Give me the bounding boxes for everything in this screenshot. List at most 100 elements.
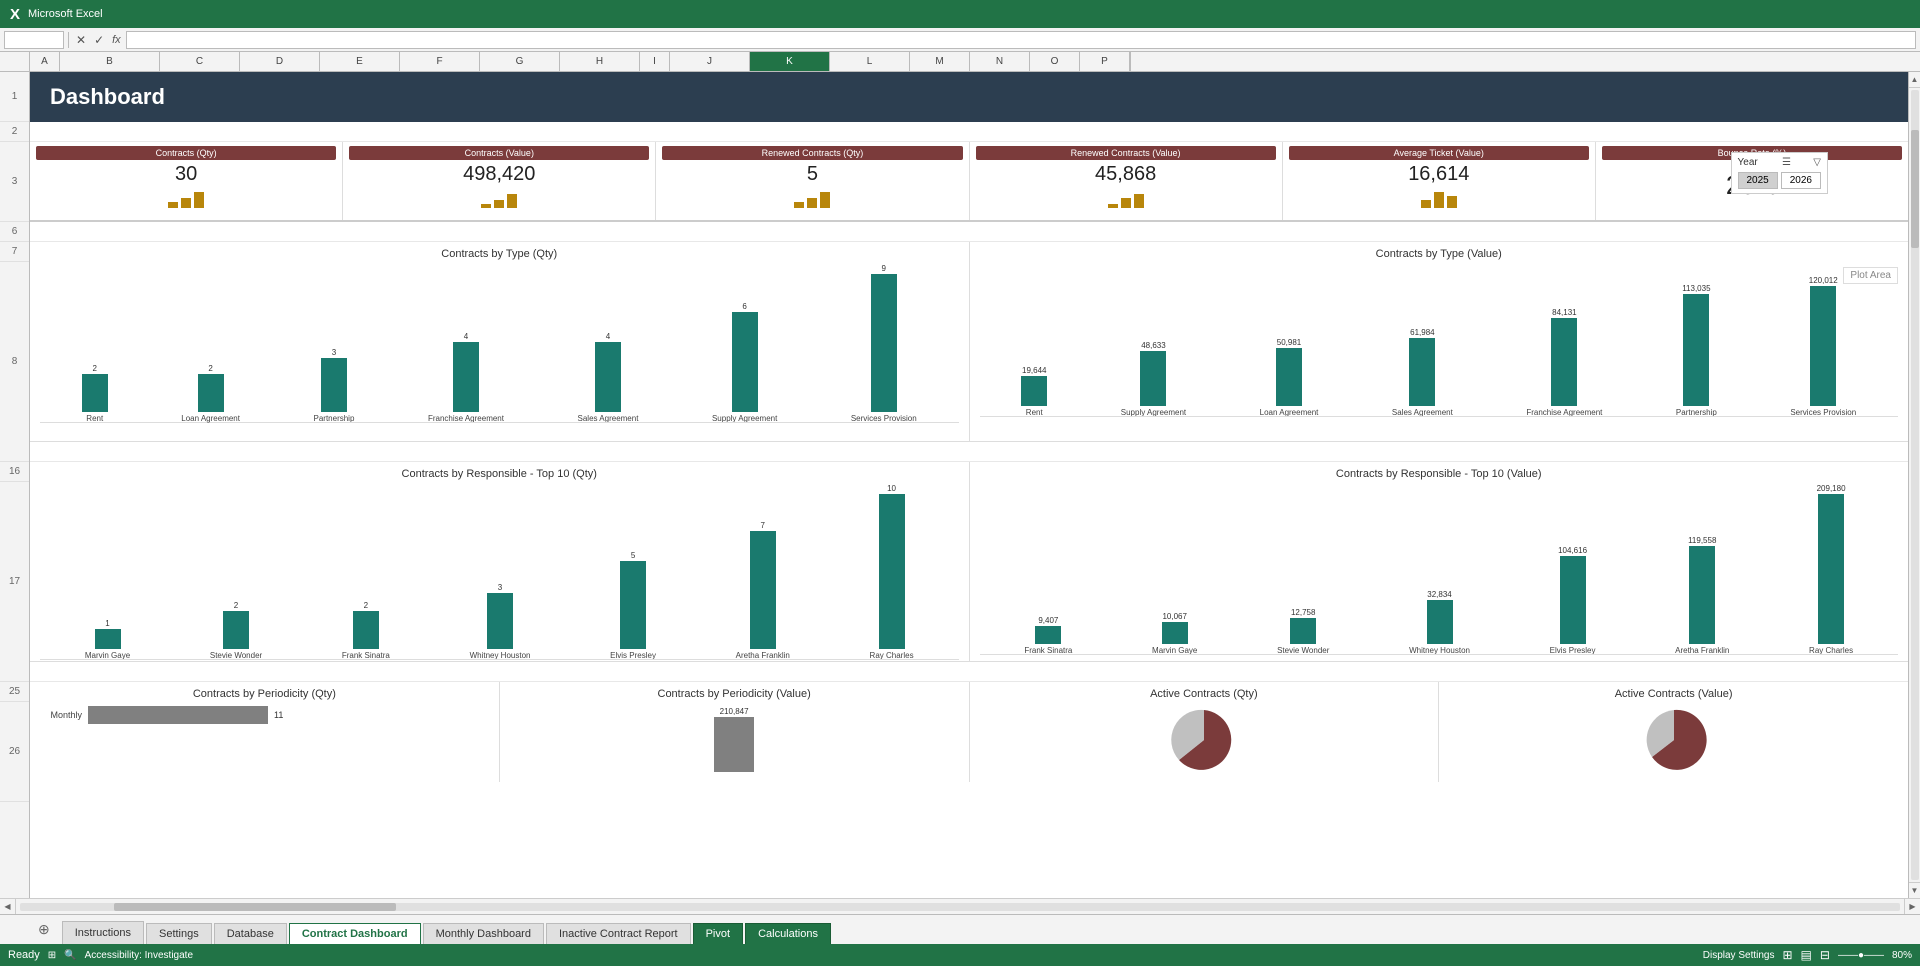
function-icon[interactable]: fx	[109, 34, 124, 46]
tab-instructions[interactable]: Instructions	[62, 921, 144, 944]
tab-calculations[interactable]: Calculations	[745, 923, 831, 944]
page-layout-icon[interactable]: ▤	[1801, 948, 1812, 962]
dashboard-title-row: Dashboard	[30, 72, 1908, 122]
year-filter-panel: Year ☰ ▽ 2025 2026	[1731, 152, 1829, 194]
plot-area-label: Plot Area	[1843, 267, 1898, 284]
bar-services-val: 120,012 Services Provision	[1790, 276, 1856, 417]
chart-title-active-val: Active Contracts (Value)	[1447, 688, 1900, 700]
accessibility-status[interactable]: 🔍	[64, 950, 76, 961]
bar-stevie-val: 12,758 Stevie Wonder	[1277, 608, 1329, 655]
kpi-value-5: 16,614	[1408, 164, 1469, 184]
col-header-n[interactable]: N	[970, 52, 1030, 71]
kpi-label-2: Contracts (Value)	[349, 146, 649, 160]
file-name: Microsoft Excel	[28, 8, 103, 20]
col-header-d[interactable]: D	[240, 52, 320, 71]
year-filter-label: Year	[1738, 157, 1758, 168]
formula-input[interactable]	[126, 31, 1916, 49]
col-header-i[interactable]: I	[640, 52, 670, 71]
confirm-formula-icon[interactable]: ✓	[91, 33, 107, 47]
display-settings[interactable]: Display Settings	[1703, 950, 1775, 961]
col-header-f[interactable]: F	[400, 52, 480, 71]
chart-active-qty: Active Contracts (Qty)	[970, 682, 1440, 782]
scroll-down-arrow[interactable]: ▼	[1909, 882, 1920, 898]
page-break-icon[interactable]: ⊟	[1820, 948, 1830, 962]
scroll-up-arrow[interactable]: ▲	[1909, 72, 1920, 88]
kpi-card-renewed-qty: Renewed Contracts (Qty) 5	[656, 142, 969, 220]
tab-monthly-dashboard[interactable]: Monthly Dashboard	[423, 923, 544, 944]
accessibility-text: Accessibility: Investigate	[85, 950, 193, 961]
title-bar: X Microsoft Excel	[0, 0, 1920, 28]
kpi-card-contracts-value: Contracts (Value) 498,420	[343, 142, 656, 220]
chart-title-periodicity-val: Contracts by Periodicity (Value)	[508, 688, 961, 700]
bar-marvin-qty: 1 Marvin Gaye	[85, 619, 130, 660]
tab-database[interactable]: Database	[214, 923, 287, 944]
col-header-c[interactable]: C	[160, 52, 240, 71]
bar-frank-val: 9,407 Frank Sinatra	[1024, 616, 1072, 655]
bar-elvis-qty: 5 Elvis Presley	[610, 551, 656, 660]
vertical-scrollbar[interactable]: ▲ ▼	[1908, 72, 1920, 898]
bar-elvis-val: 104,616 Elvis Presley	[1550, 546, 1596, 655]
kpi-card-avg-ticket: Average Ticket (Value) 16,614	[1283, 142, 1596, 220]
cell-mode-icon: ⊞	[48, 950, 56, 961]
scroll-left-arrow[interactable]: ◀	[0, 899, 16, 915]
col-header-j[interactable]: J	[670, 52, 750, 71]
tab-settings[interactable]: Settings	[146, 923, 212, 944]
add-sheet-button[interactable]: ⊕	[30, 914, 58, 944]
col-header-b[interactable]: B	[60, 52, 160, 71]
chart-active-value: Active Contracts (Value)	[1439, 682, 1908, 782]
scroll-right-arrow[interactable]: ▶	[1904, 899, 1920, 915]
kpi-label-3: Renewed Contracts (Qty)	[662, 146, 962, 160]
tab-contract-dashboard[interactable]: Contract Dashboard	[289, 923, 421, 944]
bar-aretha-qty: 7 Aretha Franklin	[736, 521, 790, 660]
chart-responsible-value: Contracts by Responsible - Top 10 (Value…	[970, 462, 1909, 661]
status-bar: Ready ⊞ 🔍 Accessibility: Investigate Dis…	[0, 944, 1920, 966]
sheet-tabs-bar: ⊕ Instructions Settings Database Contrac…	[0, 914, 1920, 944]
col-header-m[interactable]: M	[910, 52, 970, 71]
col-header-k[interactable]: K	[750, 52, 830, 71]
normal-view-icon[interactable]: ⊞	[1782, 948, 1792, 962]
col-header-p[interactable]: P	[1080, 52, 1130, 71]
kpi-value-2: 498,420	[463, 164, 535, 184]
chart-type-value: Contracts by Type (Value) 19,644 Rent 48…	[970, 242, 1909, 441]
bar-aretha-val: 119,558 Aretha Franklin	[1675, 536, 1729, 655]
zoom-slider[interactable]: ——●——	[1838, 950, 1884, 961]
cancel-formula-icon[interactable]: ✕	[73, 33, 89, 47]
bar-ray-qty: 10 Ray Charles	[870, 484, 914, 660]
chart-responsible-qty: Contracts by Responsible - Top 10 (Qty) …	[30, 462, 970, 661]
kpi-value-1: 30	[175, 164, 197, 184]
tab-inactive-contract[interactable]: Inactive Contract Report	[546, 923, 691, 944]
col-header-h[interactable]: H	[560, 52, 640, 71]
chart-periodicity-qty: Contracts by Periodicity (Qty) Monthly 1…	[30, 682, 500, 782]
bar-franchise-val: 84,131 Franchise Agreement	[1526, 308, 1602, 417]
kpi-card-renewed-value: Renewed Contracts (Value) 45,868	[970, 142, 1283, 220]
col-header-e[interactable]: E	[320, 52, 400, 71]
kpi-label-5: Average Ticket (Value)	[1289, 146, 1589, 160]
bar-loan-val: 50,981 Loan Agreement	[1260, 338, 1319, 417]
bar-partnership-val: 113,035 Partnership	[1676, 284, 1717, 417]
col-header-o[interactable]: O	[1030, 52, 1080, 71]
bar-sales-val: 61,984 Sales Agreement	[1392, 328, 1453, 417]
year-button-2025[interactable]: 2025	[1738, 172, 1778, 189]
formula-bar-separator	[68, 32, 69, 48]
chart-title-type-qty: Contracts by Type (Qty)	[40, 248, 959, 260]
zoom-level: 80%	[1892, 950, 1912, 961]
filter-funnel-icon[interactable]: ▽	[1813, 157, 1821, 168]
filter-list-icon[interactable]: ☰	[1782, 157, 1791, 168]
bar-rent-qty: 2 Rent	[82, 364, 108, 423]
col-header-l[interactable]: L	[830, 52, 910, 71]
tab-pivot[interactable]: Pivot	[693, 923, 743, 944]
bar-ray-val: 209,180 Ray Charles	[1809, 484, 1853, 655]
bar-marvin-val: 10,067 Marvin Gaye	[1152, 612, 1197, 655]
cell-reference-box[interactable]: K10	[4, 31, 64, 49]
charts-row-1: Contracts by Type (Qty) 2 Rent 2 Loan Ag…	[30, 242, 1908, 442]
bar-supply-qty: 6 Supply Agreement	[712, 302, 777, 423]
year-button-2026[interactable]: 2026	[1781, 172, 1821, 189]
bar-sales-qty: 4 Sales Agreement	[578, 332, 639, 423]
bar-rent-val: 19,644 Rent	[1021, 366, 1047, 417]
chart-title-resp-qty: Contracts by Responsible - Top 10 (Qty)	[40, 468, 959, 480]
col-header-g[interactable]: G	[480, 52, 560, 71]
kpi-card-contracts-qty: Contracts (Qty) 30	[30, 142, 343, 220]
col-header-a[interactable]: A	[30, 52, 60, 71]
bar-services-qty: 9 Services Provision	[851, 264, 917, 423]
bar-whitney-qty: 3 Whitney Houston	[470, 583, 531, 660]
